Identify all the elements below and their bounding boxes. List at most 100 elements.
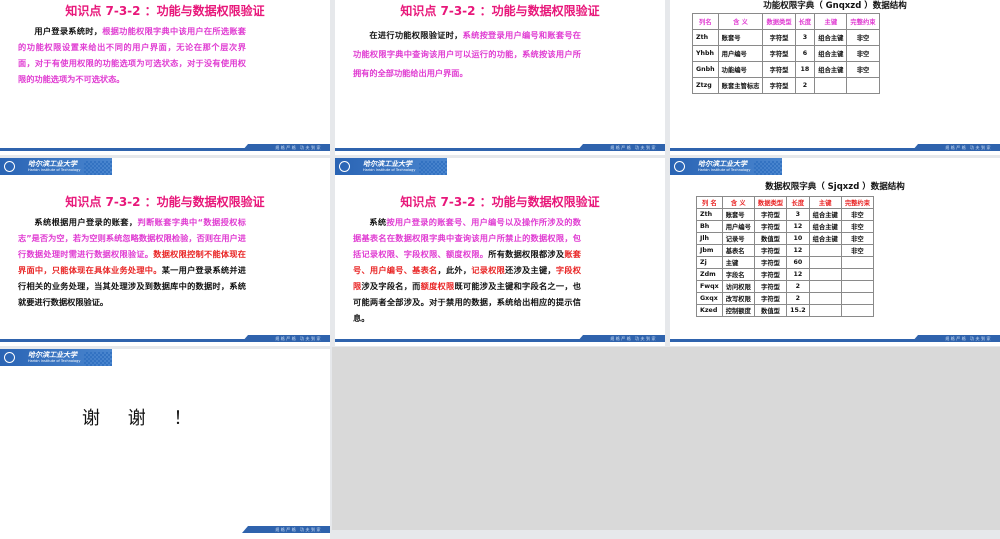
table-cell: 组合主键	[808, 220, 842, 233]
table-cell: 字段名	[721, 268, 755, 281]
table-cell	[840, 280, 875, 293]
table-cell	[814, 77, 848, 94]
table-cell	[808, 292, 842, 305]
table-cell: 访问权限	[721, 280, 755, 293]
table-cell: 数值型	[753, 232, 788, 245]
table-row: Gnbh 功能编号 字符型 18 组合主键 非空	[692, 61, 880, 78]
column-header: 含 义	[717, 13, 764, 30]
table-row: Zth 账套号 字符型 3 组合主键 非空	[692, 29, 880, 46]
slide-thumbnail-5[interactable]: 哈尔滨工业大学 Harbin Institute of Technology 知识…	[335, 158, 665, 346]
table-cell: 3	[794, 29, 816, 46]
table-cell: 字符型	[762, 61, 796, 78]
table-cell: Gnbh	[692, 61, 719, 78]
table-cell: 10	[786, 232, 810, 245]
table-cell: 组合主键	[814, 61, 848, 78]
thanks-text: 谢 谢 ！	[82, 408, 192, 429]
table-cell: Yhbh	[692, 45, 719, 62]
table-cell: 账套号	[717, 29, 764, 46]
table-cell: Zth	[692, 29, 719, 46]
table-cell	[846, 77, 880, 94]
table-row: Zdm 字段名 字符型 12	[696, 268, 875, 281]
table-cell: 账套号	[721, 208, 755, 221]
table-cell: 非空	[840, 220, 875, 233]
table-title: 数据权限字典（ Sjqxzd ）数据结构	[765, 182, 905, 192]
footer-motto: 规格严格 功夫到家	[912, 144, 1000, 151]
slide-title: 知识点 7-3-2 ：功能与数据权限验证	[65, 4, 265, 18]
footer-motto: 规格严格 功夫到家	[577, 144, 665, 151]
table-cell: 组合主键	[808, 208, 842, 221]
table-cell: 非空	[846, 61, 880, 78]
slide-body: 用户登录系统时，根据功能权限字典中该用户在所选账套的功能权限设置来给出不同的用户…	[18, 26, 246, 84]
column-header: 长度	[786, 196, 810, 209]
seal-icon	[4, 161, 15, 172]
table-cell: 字符型	[753, 208, 788, 221]
slide-thumbnail-3[interactable]: 功能权限字典（ Gnqxzd ）数据结构 列名含 义数据类型 长度 主键 完整约束 Zt…	[670, 0, 1000, 155]
table-cell: 账套主管标志	[717, 77, 764, 94]
table-cell: 主键	[721, 256, 755, 269]
slide-thumbnail-7[interactable]: 哈尔滨工业大学 Harbin Institute of Technology 谢 …	[0, 349, 330, 539]
slide-thumbnail-2[interactable]: 知识点 7-3-2 ：功能与数据权限验证 在进行功能权限验证时，系统按登录用户编…	[335, 0, 665, 155]
empty-area	[332, 347, 1000, 530]
table-cell: Gxqx	[696, 292, 723, 305]
table-header-row: 列 名含 义数据类型 长度 主键 完整约束	[696, 196, 875, 209]
table-cell	[808, 304, 842, 317]
column-header: 长度	[794, 13, 816, 30]
column-header: 数据类型	[753, 196, 788, 209]
column-header: 数据类型	[762, 13, 796, 30]
slide-body: 在进行功能权限验证时，系统按登录用户编号和账套号在功能权限字典中查询该用户可以运…	[353, 30, 581, 78]
footer-motto: 规格严格 功夫到家	[242, 144, 330, 151]
table-cell: 功能编号	[717, 61, 764, 78]
column-header: 完整约束	[840, 196, 875, 209]
table-cell: 字符型	[762, 77, 796, 94]
table-cell: 用户编号	[717, 45, 764, 62]
checker-decoration	[754, 161, 782, 175]
table-cell: Zth	[696, 208, 723, 221]
slide-thumbnail-4[interactable]: 哈尔滨工业大学 Harbin Institute of Technology 知识…	[0, 158, 330, 346]
table-cell: 非空	[840, 244, 875, 257]
checker-decoration	[419, 161, 447, 175]
table-cell: 改写权限	[721, 292, 755, 305]
table-cell: 字符型	[753, 244, 788, 257]
table-cell: Ztzg	[692, 77, 719, 94]
slide-title: 知识点 7-3-2 ：功能与数据权限验证	[400, 195, 600, 209]
column-header: 主键	[808, 196, 842, 209]
column-header: 完整约束	[846, 13, 880, 30]
table-row: Fwqx 访问权限 字符型 2	[696, 280, 875, 293]
table-cell	[808, 268, 842, 281]
table-cell: 字符型	[753, 292, 788, 305]
table-cell: 12	[786, 220, 810, 233]
table-cell: 控制额度	[721, 304, 755, 317]
table-cell	[840, 292, 875, 305]
table-cell: Bh	[696, 220, 723, 233]
slide-body: 系统根据用户登录的账套，判断账套字典中“数据授权标志”是否为空，若为空则系统忽略…	[18, 217, 246, 307]
table-cell: Jlh	[696, 232, 723, 245]
column-header: 主键	[814, 13, 848, 30]
table-cell: 6	[794, 45, 816, 62]
table-cell: 字符型	[762, 45, 796, 62]
table-cell	[808, 256, 842, 269]
table-title: 功能权限字典（ Gnqxzd ）数据结构	[763, 1, 907, 11]
table-cell: Fwqx	[696, 280, 723, 293]
slide-thumbnail-6[interactable]: 哈尔滨工业大学 Harbin Institute of Technology 数据…	[670, 158, 1000, 346]
table-cell	[808, 280, 842, 293]
footer-motto: 规格严格 功夫到家	[242, 335, 330, 342]
table-row: Gxqx 改写权限 字符型 2	[696, 292, 875, 305]
checker-decoration	[84, 161, 112, 175]
table-cell: 字符型	[753, 220, 788, 233]
table-row: Kzed 控制额度 数值型 15.2	[696, 304, 875, 317]
table-cell	[840, 268, 875, 281]
seal-icon	[4, 352, 15, 363]
table-cell: 记录号	[721, 232, 755, 245]
table-cell: 3	[786, 208, 810, 221]
table-cell: 15.2	[786, 304, 810, 317]
table-cell: 18	[794, 61, 816, 78]
slide-thumbnail-1[interactable]: 知识点 7-3-2 ：功能与数据权限验证 用户登录系统时，根据功能权限字典中该用…	[0, 0, 330, 155]
seal-icon	[674, 161, 685, 172]
table-cell: 非空	[840, 208, 875, 221]
table-cell: Kzed	[696, 304, 723, 317]
slide-title: 知识点 7-3-2 ：功能与数据权限验证	[65, 195, 265, 209]
table-cell: Zj	[696, 256, 723, 269]
footer-motto: 规格严格 功夫到家	[912, 335, 1000, 342]
checker-decoration	[84, 352, 112, 366]
table-cell: 数值型	[753, 304, 788, 317]
